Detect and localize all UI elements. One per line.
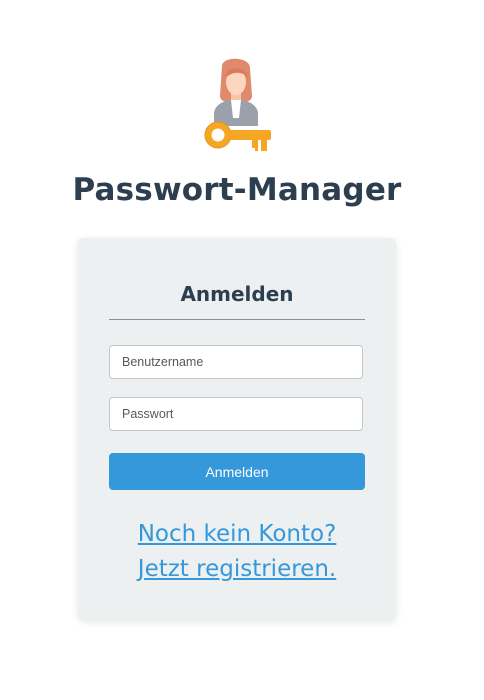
login-heading: Anmelden [180,282,294,306]
password-input[interactable] [109,397,363,431]
login-page: Passwort-Manager Anmelden Anmelden Noch … [0,0,484,700]
login-button[interactable]: Anmelden [109,453,365,490]
app-title: Passwort-Manager [72,172,402,208]
heading-divider [109,319,365,320]
register-link[interactable]: Noch kein Konto? Jetzt registrieren. [78,517,396,587]
register-link-line2: Jetzt registrieren. [137,556,337,582]
login-card: Anmelden Anmelden Noch kein Konto? Jetzt… [78,238,396,620]
register-link-line1: Noch kein Konto? [137,521,337,547]
username-input[interactable] [109,345,363,379]
user-key-icon [204,58,271,151]
